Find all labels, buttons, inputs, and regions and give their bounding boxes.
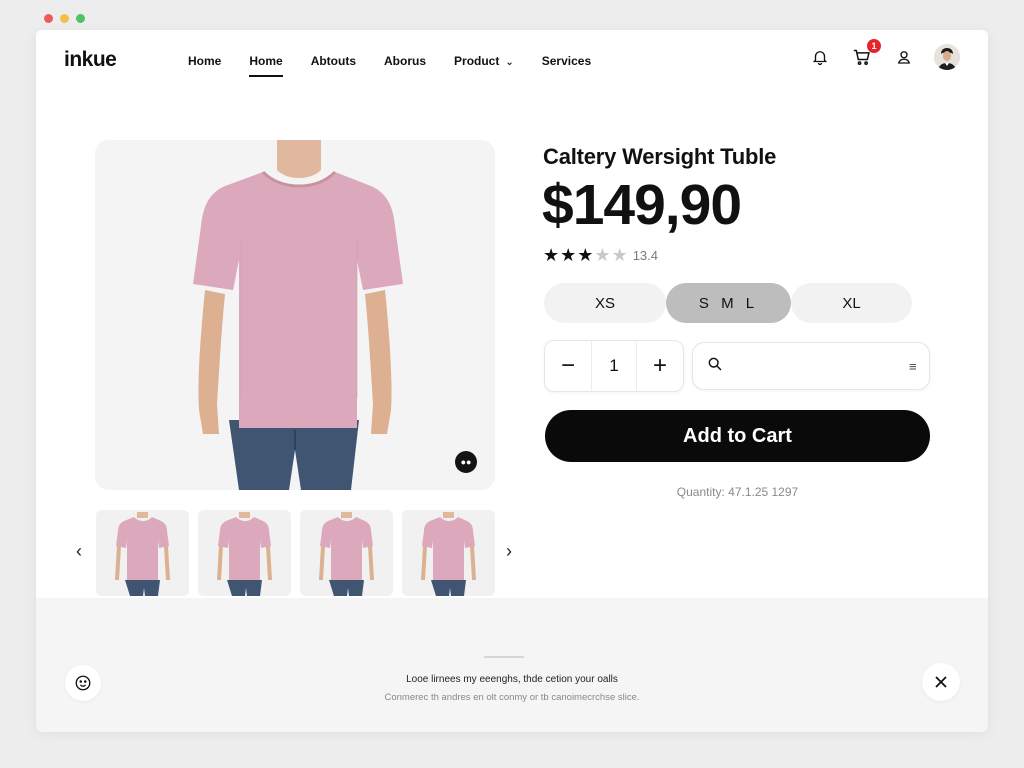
app-window: inkue Home Home Abtouts Aborus Product ⌄ … <box>36 30 988 732</box>
size-option-sml-selected[interactable]: S M L <box>666 283 791 323</box>
product-price: $149,90 <box>542 173 742 237</box>
star-icon-5: ★ <box>611 245 628 265</box>
quantity-value[interactable]: 1 <box>591 340 637 392</box>
bell-icon[interactable] <box>808 45 832 69</box>
close-button[interactable] <box>922 663 960 701</box>
increment-button[interactable]: + <box>637 340 683 392</box>
close-window-dot[interactable] <box>44 14 53 23</box>
size-option-xs[interactable]: XS <box>544 283 666 323</box>
chevron-left-icon[interactable]: ‹ <box>76 541 82 562</box>
thumbnail-4[interactable] <box>402 510 495 596</box>
star-icon-4: ★ <box>594 245 611 265</box>
maximize-window-dot[interactable] <box>76 14 85 23</box>
star-icon-1: ★ <box>543 245 560 265</box>
filter-icon[interactable]: ≡ <box>909 359 917 374</box>
quantity-stepper: − 1 + <box>544 340 684 392</box>
minimize-window-dot[interactable] <box>60 14 69 23</box>
thumbnail-1[interactable] <box>96 510 189 596</box>
header-actions: 1 <box>808 39 960 70</box>
thumbnail-2[interactable] <box>198 510 291 596</box>
brand-logo[interactable]: inkue <box>64 48 117 72</box>
size-selector: XS S M L XL <box>544 283 912 323</box>
banner-title: Looe lirnees my eeenghs, thde cetion you… <box>406 674 618 685</box>
search-icon <box>707 356 723 377</box>
nav-item-aborus[interactable]: Aborus <box>384 54 426 68</box>
main-nav: Home Home Abtouts Aborus Product ⌄ Servic… <box>188 54 591 77</box>
nav-item-home-active[interactable]: Home <box>249 54 284 77</box>
cart-icon[interactable]: 1 <box>850 39 881 69</box>
stock-text: Quantity: 47.1.25 1297 <box>676 485 799 499</box>
nav-item-services[interactable]: Services <box>542 54 591 68</box>
cart-count-badge: 1 <box>867 39 881 53</box>
product-title: Caltery Wersight Tuble <box>543 144 777 169</box>
add-to-cart-button[interactable]: Add to Cart <box>545 410 930 462</box>
chevron-right-icon[interactable]: › <box>506 541 512 562</box>
search-box: ≡ <box>692 342 930 390</box>
nav-item-product[interactable]: Product ⌄ <box>454 54 514 68</box>
banner-subtitle: Conmerec th andres en olt conmy or tb ca… <box>384 692 640 703</box>
nav-item-abtouts[interactable]: Abtouts <box>311 54 356 68</box>
search-input[interactable] <box>733 358 909 374</box>
expand-icon[interactable]: ●● <box>455 451 477 473</box>
drag-handle[interactable] <box>484 656 524 658</box>
decrement-button[interactable]: − <box>545 340 591 392</box>
user-icon[interactable] <box>892 45 916 69</box>
product-main-image[interactable]: ●● <box>95 140 495 490</box>
size-option-xl[interactable]: XL <box>790 283 912 323</box>
nav-item-product-label: Product <box>454 54 500 68</box>
thumbnail-strip <box>96 510 495 596</box>
rating-value: 13.4 <box>632 247 659 263</box>
header: inkue Home Home Abtouts Aborus Product ⌄ … <box>36 30 988 94</box>
bottom-banner: Looe lirnees my eeenghs, thde cetion you… <box>36 598 988 732</box>
thumbnail-3[interactable] <box>300 510 393 596</box>
product-rating: ★ ★ ★ ★ ★ 13.4 <box>543 246 658 264</box>
star-icon-2: ★ <box>560 245 577 265</box>
star-icon-3: ★ <box>577 245 594 265</box>
nav-item-home[interactable]: Home <box>188 54 221 68</box>
window-controls <box>44 14 85 23</box>
avatar[interactable] <box>934 44 960 70</box>
close-icon <box>935 676 947 688</box>
chevron-down-icon: ⌄ <box>505 57 514 68</box>
